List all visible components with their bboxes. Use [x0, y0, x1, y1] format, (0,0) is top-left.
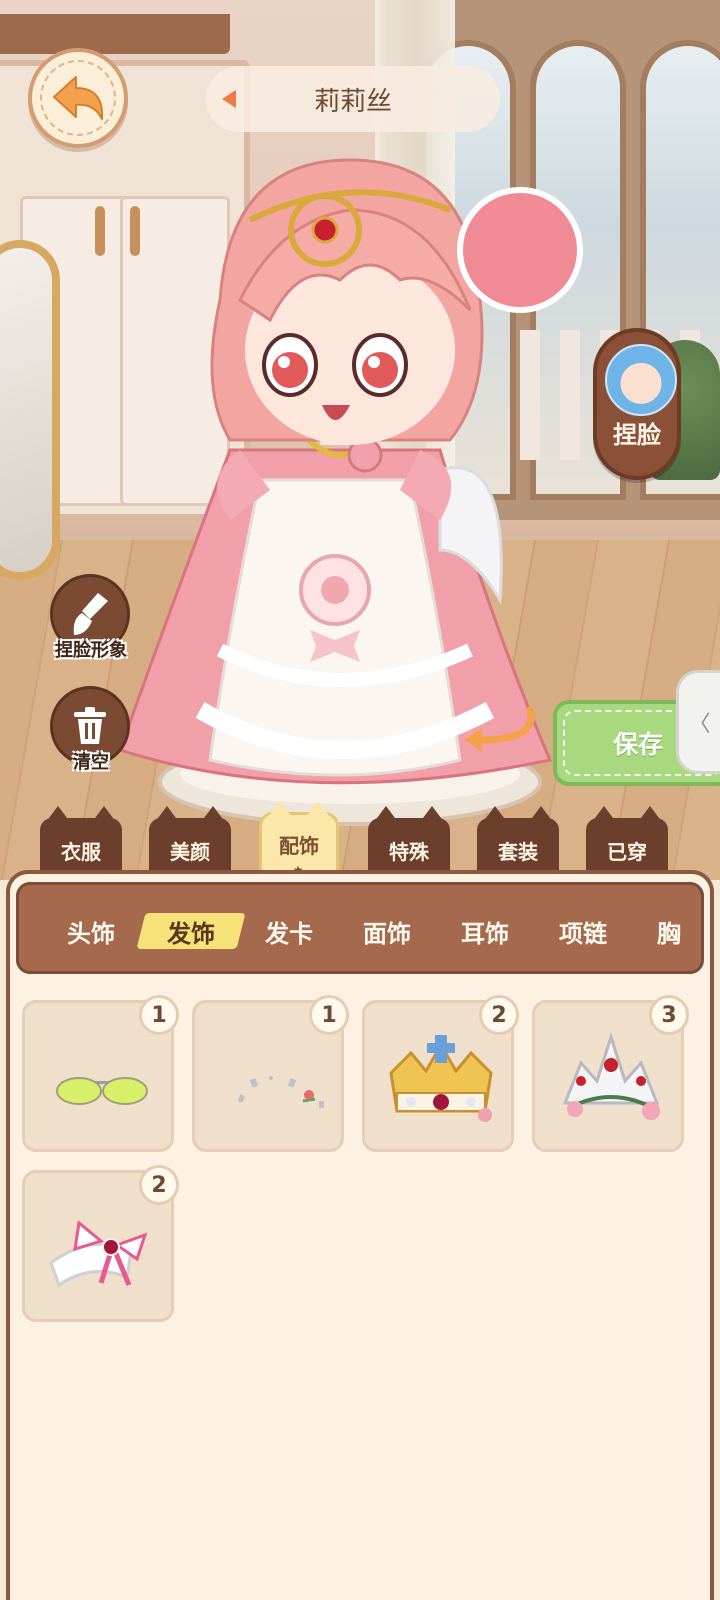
- subtab-hairclip[interactable]: 发卡: [239, 885, 339, 971]
- item-card[interactable]: 3: [532, 995, 689, 1152]
- pinch-image-label: 捏脸形象: [55, 640, 127, 661]
- wardrobe-knob: [95, 206, 105, 256]
- subtab-headwear[interactable]: 头饰: [41, 885, 141, 971]
- back-button[interactable]: [28, 48, 128, 148]
- item-card[interactable]: 2: [362, 995, 519, 1152]
- item-count-badge: 1: [139, 995, 179, 1035]
- clear-label: 清空: [73, 752, 109, 773]
- subtab-necklace[interactable]: 项链: [533, 885, 633, 971]
- chevron-left-icon: 〈: [688, 712, 711, 737]
- item-card[interactable]: 2: [22, 1165, 179, 1322]
- item-count-badge: 3: [649, 995, 689, 1035]
- sub-category-tabs[interactable]: 头饰 发饰 发卡 面饰 耳饰 项链 胸: [16, 882, 704, 974]
- subtab-chest[interactable]: 胸: [639, 885, 699, 971]
- item-card[interactable]: 1: [192, 995, 349, 1152]
- subtab-hair-accessory[interactable]: 发饰: [141, 885, 241, 971]
- tab-label: 特殊: [389, 839, 429, 864]
- golden-crown-icon: [389, 1035, 493, 1122]
- rotate-arrow-icon[interactable]: [460, 700, 540, 760]
- ribbon-headband-icon: [49, 1220, 148, 1288]
- arrow-left-icon[interactable]: [222, 90, 236, 108]
- brush-icon: [73, 593, 108, 635]
- character-name: 莉莉丝: [313, 86, 392, 117]
- trash-icon: [74, 707, 106, 744]
- subtab-face-accessory[interactable]: 面饰: [337, 885, 437, 971]
- wardrobe-panel: 头饰 发饰 发卡 面饰 耳饰 项链 胸 1 1 2 3 2: [6, 870, 714, 1600]
- tab-label: 已穿: [607, 839, 647, 864]
- item-count-badge: 2: [479, 995, 519, 1035]
- face-edit-label: 捏脸: [613, 421, 661, 449]
- face-edit-button[interactable]: 捏脸: [593, 328, 681, 480]
- item-count-badge: 2: [139, 1165, 179, 1205]
- tab-label: 配饰: [279, 833, 319, 858]
- wardrobe-top: [0, 14, 230, 54]
- tab-label: 套装: [498, 839, 538, 864]
- collapse-panel-handle[interactable]: 〈: [676, 670, 720, 774]
- tab-label: 美颜: [170, 839, 210, 864]
- face-avatar-icon: [605, 344, 677, 416]
- sunglasses-icon: [56, 1077, 148, 1105]
- subtab-earrings[interactable]: 耳饰: [435, 885, 535, 971]
- tab-label: 衣服: [61, 839, 101, 864]
- sparkle-hairpins-icon: [237, 1076, 324, 1108]
- back-arrow-icon: [53, 76, 104, 120]
- character-name-bar[interactable]: 莉莉丝: [206, 66, 500, 132]
- rose-tiara-icon: [562, 1032, 660, 1120]
- save-label: 保存: [613, 730, 664, 759]
- item-card[interactable]: 1: [22, 995, 179, 1152]
- item-count-badge: 1: [309, 995, 349, 1035]
- standing-mirror: [0, 240, 60, 580]
- category-tabs: 衣服 美颜 配饰 --★-- 特殊 套装 已穿: [0, 800, 720, 894]
